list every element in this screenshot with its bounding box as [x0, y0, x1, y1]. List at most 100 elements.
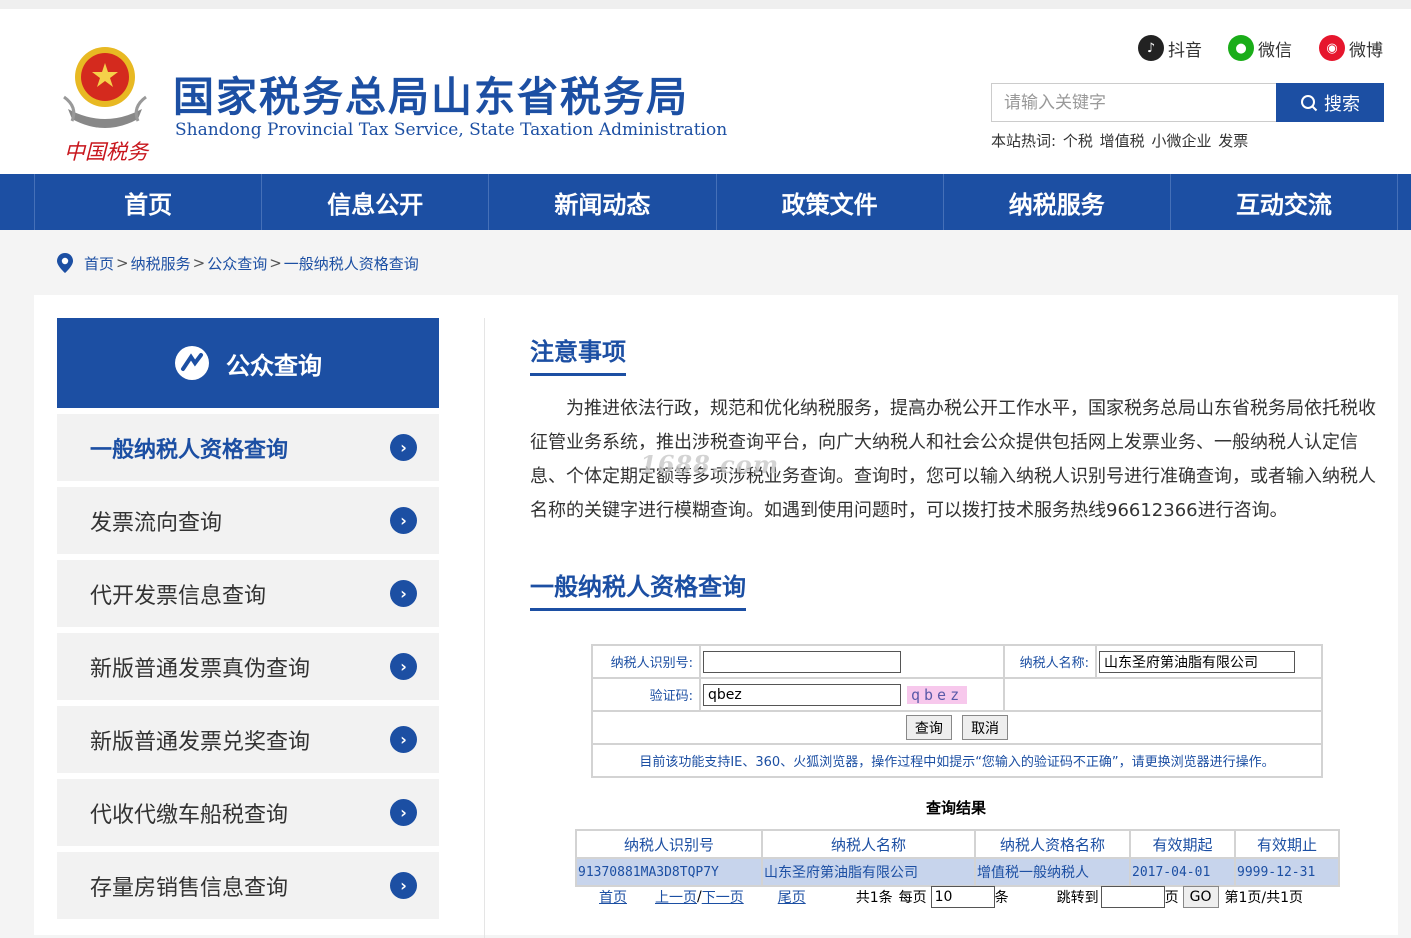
hot-words: 本站热词: 个税 增值税 小微企业 发票 [991, 130, 1250, 151]
pager-total: 共1条 [855, 890, 893, 906]
weibo-label: 微博 [1349, 40, 1383, 61]
breadcrumb-service[interactable]: 纳税服务 [131, 253, 191, 274]
site-header: 中国税务 国家税务总局山东省税务局 Shandong Provincial Ta… [0, 9, 1411, 174]
column-header: 有效期止 [1234, 829, 1340, 859]
hot-word-link[interactable]: 小微企业 [1151, 132, 1211, 150]
nav-item-news[interactable]: 新闻动态 [489, 174, 717, 230]
douyin-link[interactable]: ♪ 抖音 [1138, 35, 1202, 61]
sidebar-title: 公众查询 [226, 351, 322, 380]
results-table: 纳税人识别号 纳税人名称 纳税人资格名称 有效期起 有效期止 91370881M… [575, 829, 1340, 887]
breadcrumb-public-query[interactable]: 公众查询 [207, 253, 267, 274]
sidebar-item-vehicle-tax[interactable]: 代收代缴车船税查询 › [57, 779, 439, 846]
breadcrumb: 首页 > 纳税服务 > 公众查询 > 一般纳税人资格查询 [56, 252, 419, 274]
go-button[interactable]: GO [1182, 886, 1219, 908]
sidebar-item-invoice-lottery[interactable]: 新版普通发票兑奖查询 › [57, 706, 439, 773]
cell-taxpayer-name: 山东圣府第油脂有限公司 [761, 857, 976, 887]
cancel-button[interactable]: 取消 [962, 715, 1009, 740]
sidebar-item-label: 一般纳税人资格查询 [90, 437, 289, 463]
hot-word-link[interactable]: 发票 [1218, 132, 1248, 150]
chevron-right-icon: › [390, 653, 417, 680]
chevron-right-icon: › [390, 799, 417, 826]
nav-item-service[interactable]: 纳税服务 [944, 174, 1171, 230]
query-title: 一般纳税人资格查询 [530, 567, 746, 611]
weibo-link[interactable]: ◉ 微博 [1319, 35, 1383, 61]
chevron-right-icon: › [390, 434, 417, 461]
column-header: 有效期起 [1129, 829, 1236, 859]
sidebar-item-invoice-flow[interactable]: 发票流向查询 › [57, 487, 439, 554]
search-button[interactable]: 搜索 [1276, 83, 1384, 122]
pager-prev[interactable]: 上一页 [655, 887, 697, 907]
sidebar-item-label: 代收代缴车船税查询 [90, 802, 289, 828]
cell-qualification: 增值税一般纳税人 [974, 857, 1131, 887]
pagination: 首页 上一页/下一页 尾页 共1条 每页 条 跳转到 页 GO 第1页/共1页 [599, 886, 1303, 908]
captcha-label: 验证码: [591, 677, 701, 712]
weibo-icon: ◉ [1319, 35, 1345, 61]
chevron-right-icon: › [390, 872, 417, 899]
wechat-label: 微信 [1258, 40, 1292, 61]
breadcrumb-home[interactable]: 首页 [84, 253, 114, 274]
content-panel: 公众查询 一般纳税人资格查询 › 发票流向查询 › 代开发票信息查询 › 新版普… [34, 295, 1398, 938]
hot-words-label: 本站热词: [991, 132, 1057, 150]
search-input[interactable] [991, 83, 1277, 122]
chevron-right-icon: › [390, 507, 417, 534]
search-icon [1301, 94, 1318, 111]
sidebar-item-label: 新版普通发票兑奖查询 [90, 729, 311, 755]
taxpayer-id-input[interactable] [703, 650, 901, 673]
sidebar-item-housing-sale[interactable]: 存量房销售信息查询 › [57, 852, 439, 919]
sidebar-item-label: 存量房销售信息查询 [90, 875, 289, 901]
per-page-input[interactable] [930, 886, 995, 908]
chevron-right-icon: › [390, 726, 417, 753]
pager-page-unit: 页 [1164, 890, 1179, 906]
emblem-text: 中国税务 [64, 140, 150, 164]
nav-item-home[interactable]: 首页 [35, 174, 263, 230]
sidebar-header: 公众查询 [57, 318, 439, 408]
nav-item-info[interactable]: 信息公开 [262, 174, 490, 230]
column-header: 纳税人资格名称 [974, 829, 1131, 859]
search-button-label: 搜索 [1324, 93, 1360, 115]
watermark: 1688.com [640, 450, 780, 479]
chevron-right-icon: › [390, 580, 417, 607]
results-title: 查询结果 [926, 799, 987, 817]
sidebar-item-label: 代开发票信息查询 [90, 583, 267, 609]
hot-word-link[interactable]: 个税 [1063, 132, 1093, 150]
table-row[interactable]: 91370881MA3D8TQP7Y 山东圣府第油脂有限公司 增值税一般纳税人 … [575, 857, 1340, 887]
douyin-icon: ♪ [1138, 35, 1164, 61]
column-header: 纳税人识别号 [575, 829, 763, 859]
pager-jump-label: 跳转到 [1056, 890, 1099, 906]
browser-tip: 目前该功能支持IE、360、火狐浏览器，操作过程中如提示“您输入的验证码不正确”… [591, 743, 1323, 778]
captcha-input[interactable] [703, 683, 901, 706]
sidebar-item-invoice-verify[interactable]: 新版普通发票真伪查询 › [57, 633, 439, 700]
location-pin-icon [57, 253, 73, 273]
breadcrumb-current[interactable]: 一般纳税人资格查询 [284, 253, 419, 274]
pager-next[interactable]: 下一页 [702, 887, 744, 907]
taxpayer-id-label: 纳税人识别号: [591, 644, 701, 679]
cell-valid-from: 2017-04-01 [1129, 857, 1236, 887]
sidebar-item-label: 新版普通发票真伪查询 [90, 656, 311, 682]
pager-status: 第1页/共1页 [1224, 890, 1304, 906]
taxpayer-name-input[interactable] [1099, 650, 1295, 673]
sidebar-item-agent-invoice[interactable]: 代开发票信息查询 › [57, 560, 439, 627]
query-button[interactable]: 查询 [905, 715, 952, 740]
jump-page-input[interactable] [1100, 886, 1165, 908]
main-nav: 首页 信息公开 新闻动态 政策文件 纳税服务 互动交流 [0, 174, 1411, 230]
wechat-link[interactable]: ● 微信 [1228, 35, 1292, 61]
pager-first[interactable]: 首页 [599, 887, 627, 907]
cell-taxpayer-id: 91370881MA3D8TQP7Y [575, 857, 763, 887]
public-query-icon [175, 346, 209, 380]
cell-valid-to: 9999-12-31 [1234, 857, 1340, 887]
nav-item-policy[interactable]: 政策文件 [717, 174, 944, 230]
pager-last[interactable]: 尾页 [778, 887, 806, 907]
nav-item-interact[interactable]: 互动交流 [1171, 174, 1399, 230]
national-emblem-logo: 中国税务 [58, 39, 154, 169]
site-title: 国家税务总局山东省税务局 [173, 73, 689, 121]
divider [484, 318, 485, 938]
hot-word-link[interactable]: 增值税 [1100, 132, 1145, 150]
query-form: 纳税人识别号: 纳税人名称: 验证码: qbez 查询 取消 目前该功能支持IE… [591, 644, 1323, 778]
table-header-row: 纳税人识别号 纳税人名称 纳税人资格名称 有效期起 有效期止 [575, 829, 1340, 859]
pager-per-page-label: 每页 [898, 890, 927, 906]
wechat-icon: ● [1228, 35, 1254, 61]
captcha-image[interactable]: qbez [907, 686, 968, 704]
notice-title: 注意事项 [530, 332, 626, 376]
douyin-label: 抖音 [1168, 40, 1202, 61]
sidebar-item-general-taxpayer[interactable]: 一般纳税人资格查询 › [57, 414, 439, 481]
